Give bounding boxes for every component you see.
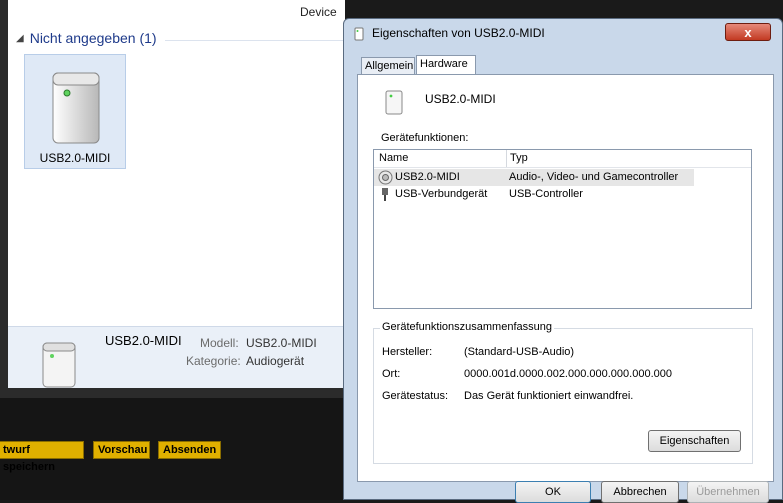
device-name: USB2.0-MIDI <box>425 92 496 106</box>
table-row[interactable]: USB2.0-MIDI Audio-, Video- und Gamecontr… <box>374 169 694 186</box>
window-frame <box>0 0 8 395</box>
properties-button[interactable]: Eigenschaften <box>648 430 741 452</box>
header-divider <box>374 167 751 168</box>
model-value: USB2.0-MIDI <box>246 336 317 350</box>
window-frame <box>0 388 345 398</box>
manufacturer-label: Hersteller: <box>382 346 433 358</box>
column-header-name[interactable]: Name <box>379 152 408 164</box>
manufacturer-value: (Standard-USB-Audio) <box>464 346 575 358</box>
device-explorer-window: Device ◢ Nicht angegeben (1) USB2.0-MIDI… <box>0 0 345 398</box>
dialog-title: Eigenschaften von USB2.0-MIDI <box>372 26 545 40</box>
status-value: Das Gerät funktioniert einwandfrei. <box>464 390 634 402</box>
status-label: Gerätestatus: <box>382 390 449 402</box>
properties-dialog: Eigenschaften von USB2.0-MIDI x Allgemei… <box>343 18 783 503</box>
device-tile-label: USB2.0-MIDI <box>39 151 111 165</box>
group-divider <box>165 40 345 41</box>
external-drive-icon <box>51 67 101 148</box>
details-device-name: USB2.0-MIDI <box>105 333 182 348</box>
column-header-device[interactable]: Device <box>300 5 337 19</box>
external-drive-icon <box>385 89 403 118</box>
row-name: USB2.0-MIDI <box>395 171 460 183</box>
preview-button[interactable]: Vorschau <box>93 441 150 459</box>
model-label: Modell: <box>200 336 239 350</box>
group-label: Nicht angegeben (1) <box>29 30 157 46</box>
category-value: Audiogerät <box>246 354 305 368</box>
column-separator[interactable] <box>506 150 507 167</box>
device-tile-usb-midi[interactable]: USB2.0-MIDI <box>24 54 126 169</box>
external-drive-icon <box>41 339 77 392</box>
row-type: Audio-, Video- und Gamecontroller <box>509 171 679 183</box>
close-button[interactable]: x <box>725 23 771 41</box>
hardware-panel: USB2.0-MIDI Gerätefunktionen: Name Typ U… <box>357 74 774 482</box>
device-functions-list[interactable]: Name Typ USB2.0-MIDI Audio-, Video- und … <box>373 149 752 309</box>
device-icon <box>352 27 366 41</box>
tab-allgemein[interactable]: Allgemein <box>361 57 415 74</box>
tab-hardware[interactable]: Hardware <box>416 55 476 75</box>
table-row[interactable]: USB-Verbundgerät USB-Controller <box>374 186 694 203</box>
save-draft-button[interactable]: twurf speichern <box>0 441 84 473</box>
functions-label: Gerätefunktionen: <box>381 132 469 144</box>
group-header[interactable]: ◢ Nicht angegeben (1) <box>16 30 157 46</box>
category-label: Kategorie: <box>186 354 241 368</box>
column-header-type[interactable]: Typ <box>510 152 528 164</box>
send-button[interactable]: Absenden <box>158 441 221 459</box>
collapse-triangle-icon[interactable]: ◢ <box>16 33 24 44</box>
row-name: USB-Verbundgerät <box>395 188 488 200</box>
function-summary-group: Gerätefunktionszusammenfassung Herstelle… <box>373 321 753 464</box>
details-pane: USB2.0-MIDI Modell: USB2.0-MIDI Kategori… <box>8 326 345 389</box>
location-label: Ort: <box>382 368 401 380</box>
row-type: USB-Controller <box>509 188 583 200</box>
usb-plug-icon <box>378 187 393 205</box>
location-value: 0000.001d.0000.002.000.000.000.000.000 <box>464 368 672 380</box>
summary-legend: Gerätefunktionszusammenfassung <box>380 321 554 333</box>
